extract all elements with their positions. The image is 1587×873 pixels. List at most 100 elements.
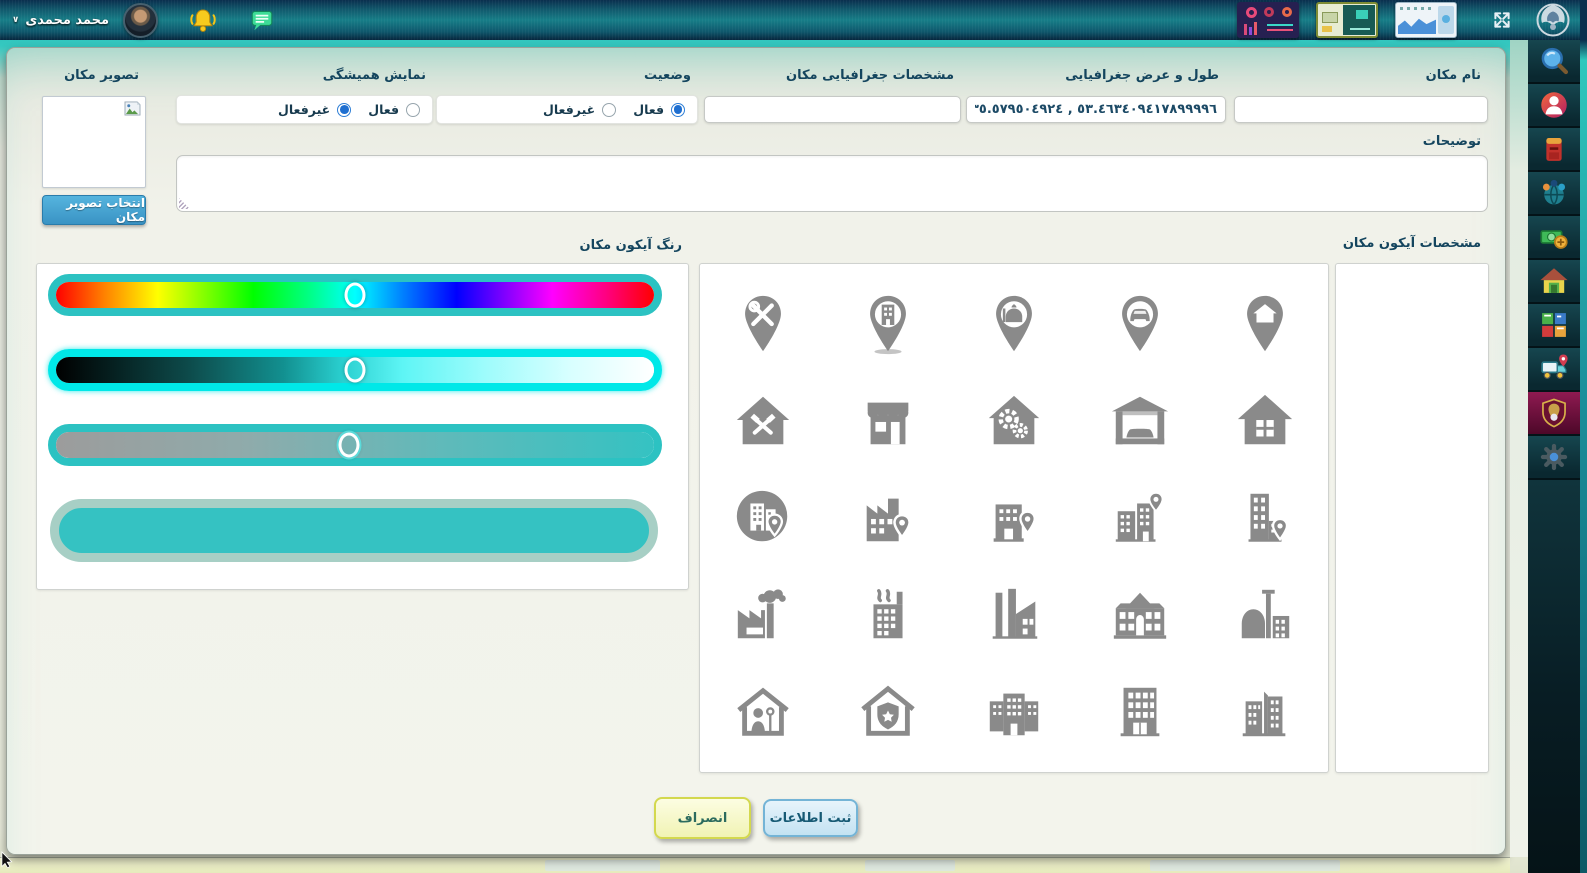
- refinery-icon: [1234, 584, 1296, 646]
- sidebar-item-search[interactable]: [1528, 40, 1580, 84]
- user-profile-icon: [1537, 88, 1571, 122]
- selected-icon-panel: [1335, 263, 1489, 773]
- place-icon-tower-pin[interactable]: [1202, 470, 1328, 567]
- place-icon-building-circle-pin[interactable]: [700, 470, 826, 567]
- coords-label: طول و عرض جغرافیایی: [1065, 68, 1219, 83]
- geo-input[interactable]: [704, 96, 961, 123]
- house-gears-icon: [983, 390, 1045, 452]
- place-icon-apartment[interactable]: [1077, 663, 1203, 760]
- fleet-icon: [1537, 352, 1571, 386]
- sidebar-item-postbox[interactable]: [1528, 128, 1580, 172]
- place-image-placeholder: [42, 96, 146, 188]
- house-tools-icon: [732, 390, 794, 452]
- widget-thumbnail-chart[interactable]: [1395, 2, 1457, 38]
- house-window-icon: [1234, 390, 1296, 452]
- coords-input[interactable]: [966, 96, 1226, 123]
- hue-slider[interactable]: [48, 274, 662, 316]
- chat-icon[interactable]: [248, 7, 276, 34]
- scroll-gutter: [1510, 40, 1528, 857]
- sidebar-item-security[interactable]: [1528, 392, 1580, 436]
- fullscreen-expand-icon[interactable]: [1490, 8, 1514, 32]
- place-icon-office-building[interactable]: [951, 663, 1077, 760]
- place-icon-house-guard[interactable]: [700, 663, 826, 760]
- resize-grip[interactable]: [179, 198, 190, 209]
- place-icon-house-tools[interactable]: [700, 373, 826, 470]
- house-guard-icon: [732, 681, 794, 743]
- selected-color-preview: [50, 499, 658, 562]
- lightness-slider-thumb[interactable]: [345, 358, 366, 383]
- place-icon-factory-pin[interactable]: [826, 470, 952, 567]
- display-inactive-radio[interactable]: [337, 103, 351, 117]
- cancel-button[interactable]: انصراف: [654, 797, 751, 839]
- top-bar: محمد محمدی ∨: [0, 0, 1587, 40]
- place-icon-factory-chimneys[interactable]: [826, 566, 952, 663]
- place-icon-industrial-plant[interactable]: [951, 566, 1077, 663]
- place-icon-pin-tools[interactable]: [700, 276, 826, 373]
- hue-slider-thumb[interactable]: [345, 283, 366, 308]
- office-building-icon: [983, 681, 1045, 743]
- sidebar-item-user-profile[interactable]: [1528, 84, 1580, 128]
- select-image-button[interactable]: انتخاب تصویر مکان: [42, 195, 146, 225]
- apartment-icon: [1109, 681, 1171, 743]
- search-icon: [1537, 44, 1571, 78]
- form-actions: انصراف ثبت اطلاعات: [7, 797, 1505, 839]
- lightness-slider[interactable]: [48, 349, 662, 391]
- pin-car-icon: [1109, 293, 1171, 355]
- sidebar-item-home[interactable]: [1528, 260, 1580, 304]
- mouse-cursor: [1, 851, 14, 872]
- sidebar-item-community[interactable]: [1528, 172, 1580, 216]
- place-icon-refinery[interactable]: [1202, 566, 1328, 663]
- widget-thumbnail-map[interactable]: [1316, 2, 1378, 38]
- sidebar-item-map-tiles[interactable]: [1528, 304, 1580, 348]
- shop-icon: [857, 390, 919, 452]
- place-icon-pin-car[interactable]: [1077, 276, 1203, 373]
- user-menu[interactable]: محمد محمدی ∨: [12, 13, 109, 28]
- sidebar-item-settings[interactable]: [1528, 436, 1580, 480]
- status-inactive-radio[interactable]: [602, 103, 616, 117]
- factory-chimneys-icon: [857, 584, 919, 646]
- place-icon-pin-dome[interactable]: [951, 276, 1077, 373]
- avatar[interactable]: [123, 3, 158, 38]
- place-icon-city-pin[interactable]: [1077, 470, 1203, 567]
- place-icon-pin-building[interactable]: [826, 276, 952, 373]
- saturation-slider[interactable]: [48, 424, 662, 466]
- place-icon-factory-smoke[interactable]: [700, 566, 826, 663]
- display-active-label: فعال: [368, 102, 399, 117]
- place-icon-shop[interactable]: [826, 373, 952, 470]
- geo-label: مشخصات جغرافیایی مکان: [786, 68, 954, 83]
- factory-pin-icon: [857, 487, 919, 549]
- place-icon-mansion[interactable]: [1077, 566, 1203, 663]
- display-active-radio[interactable]: [406, 103, 420, 117]
- place-icon-twin-towers[interactable]: [1202, 663, 1328, 760]
- taskbar-strip: [0, 857, 1510, 873]
- city-pin-icon: [1109, 487, 1171, 549]
- submit-button[interactable]: ثبت اطلاعات: [763, 799, 858, 837]
- display-inactive-label: غیرفعال: [278, 102, 330, 117]
- display-label: نمایش همیشگی: [323, 68, 426, 83]
- notifications-bell-icon[interactable]: [188, 7, 218, 34]
- place-icon-house-window[interactable]: [1202, 373, 1328, 470]
- tower-pin-icon: [1234, 487, 1296, 549]
- app-screen: محمد محمدی ∨: [0, 0, 1587, 873]
- place-icon-building-pin[interactable]: [951, 470, 1077, 567]
- name-input[interactable]: [1234, 96, 1488, 123]
- place-icon-house-shield[interactable]: [826, 663, 952, 760]
- status-active-radio[interactable]: [671, 103, 685, 117]
- place-icon-garage[interactable]: [1077, 373, 1203, 470]
- place-icon-house-gears[interactable]: [951, 373, 1077, 470]
- name-label: نام مکان: [1426, 68, 1481, 83]
- sidebar-filler: [1528, 480, 1580, 873]
- industrial-plant-icon: [983, 584, 1045, 646]
- saturation-slider-thumb[interactable]: [339, 433, 360, 458]
- widget-thumbnail-dashboard[interactable]: [1237, 2, 1299, 38]
- pin-dome-icon: [983, 293, 1045, 355]
- place-form-panel: نام مکان طول و عرض جغرافیایی مشخصات جغرا…: [6, 47, 1506, 855]
- description-label: توضیحات: [1423, 134, 1481, 149]
- place-icon-pin-house[interactable]: [1202, 276, 1328, 373]
- sidebar-item-finance[interactable]: [1528, 216, 1580, 260]
- icon-color-picker: [36, 263, 689, 590]
- description-textarea[interactable]: [176, 155, 1488, 212]
- display-radio-group: فعال غیرفعال: [176, 95, 433, 124]
- status-radio-group: فعال غیرفعال: [436, 95, 698, 124]
- sidebar-item-fleet[interactable]: [1528, 348, 1580, 392]
